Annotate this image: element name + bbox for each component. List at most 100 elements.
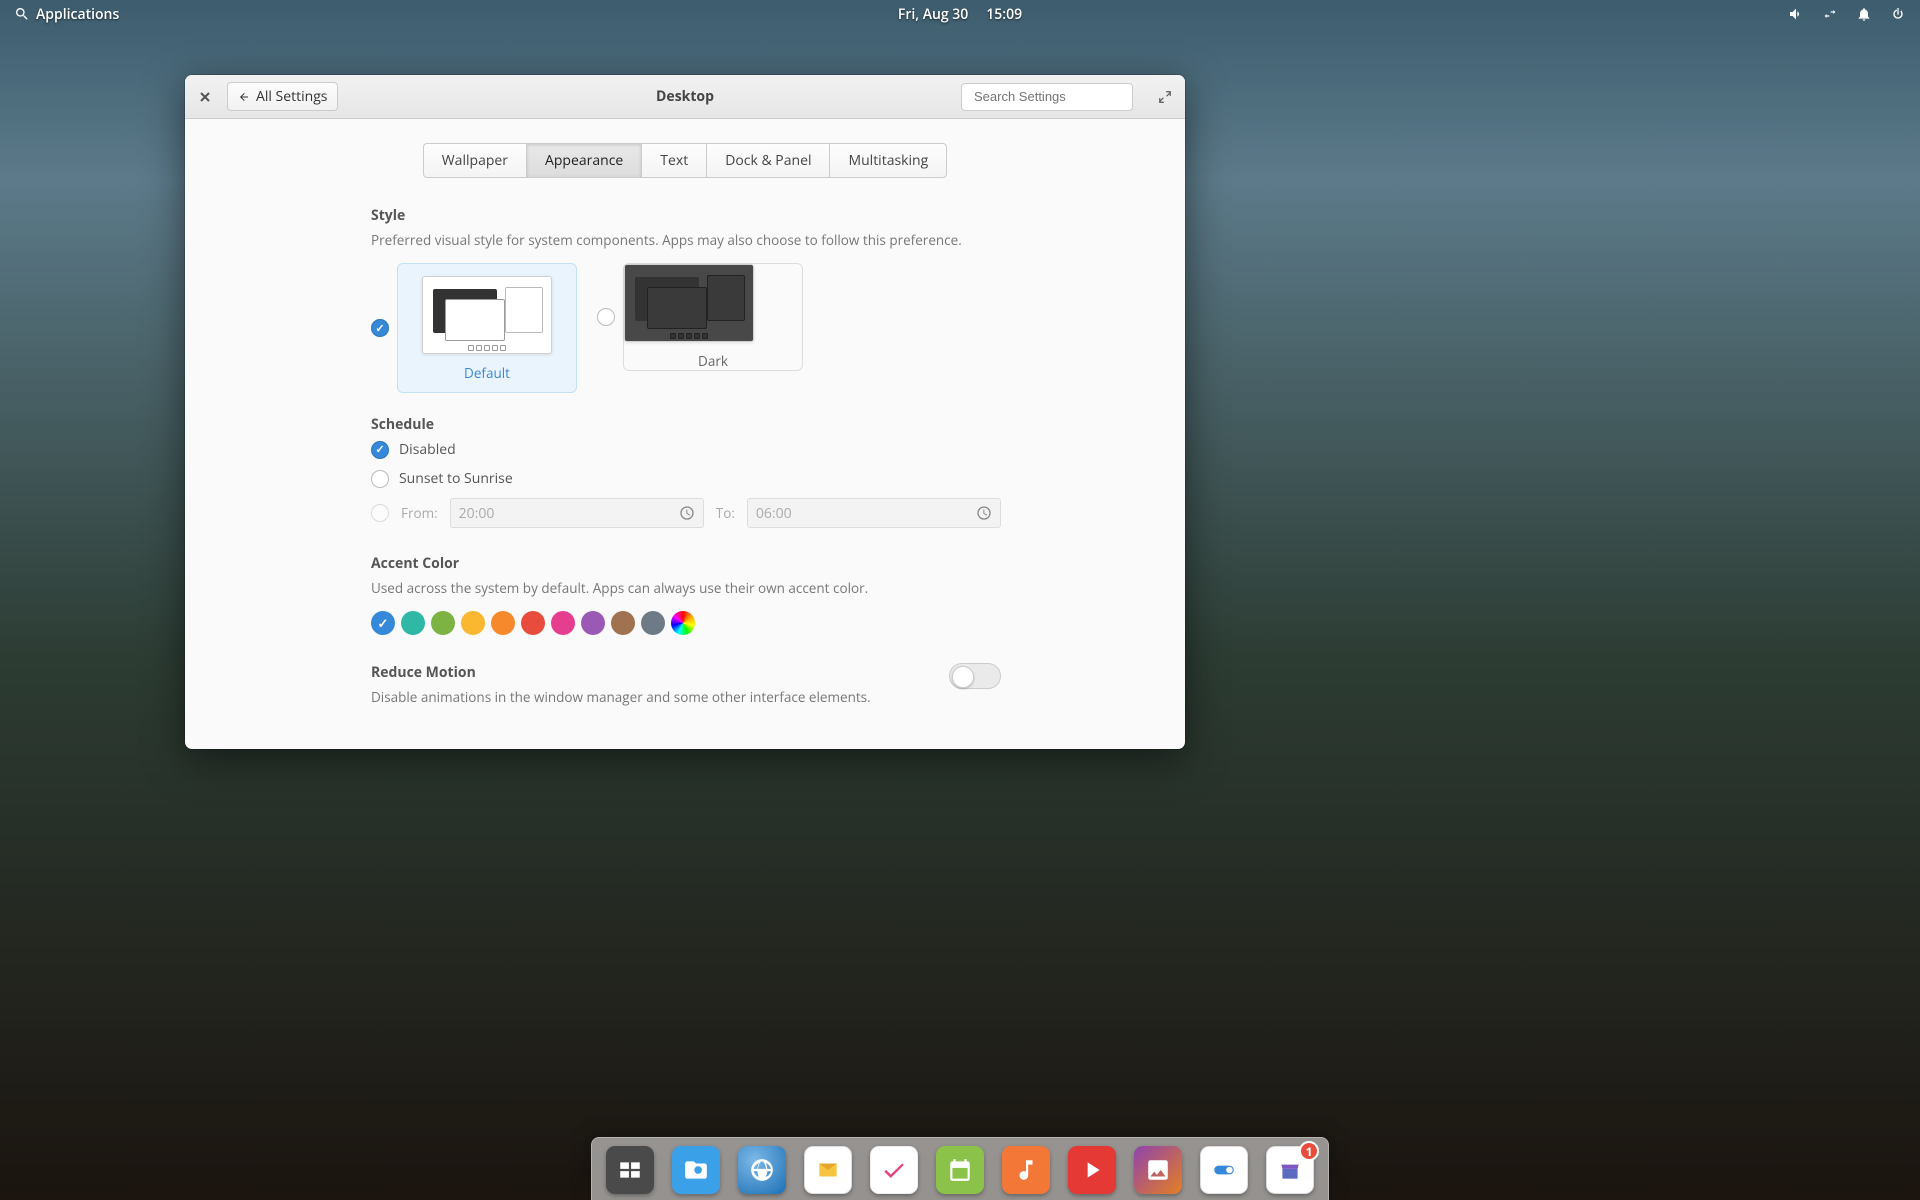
back-arrow-icon [238, 91, 250, 103]
accent-swatch[interactable] [401, 611, 425, 635]
toggle-icon [1211, 1157, 1237, 1183]
play-icon [1079, 1157, 1105, 1183]
schedule-to-input[interactable]: 06:00 [747, 498, 1001, 528]
top-panel: Applications Fri, Aug 30 15:09 [0, 0, 1920, 28]
accent-swatch[interactable] [581, 611, 605, 635]
style-preview-dark [624, 264, 754, 342]
dock-badge: 1 [1299, 1141, 1319, 1161]
style-option-dark[interactable]: Dark [597, 263, 803, 371]
accent-swatch[interactable] [641, 611, 665, 635]
clock-icon [976, 505, 992, 521]
accent-swatch[interactable] [431, 611, 455, 635]
schedule-from-input[interactable]: 20:00 [450, 498, 704, 528]
dock: 1 [591, 1137, 1329, 1200]
multitasking-icon [617, 1157, 643, 1183]
accent-swatch[interactable] [611, 611, 635, 635]
style-heading: Style [371, 206, 1001, 225]
network-icon [1822, 6, 1838, 22]
applications-label: Applications [36, 5, 119, 24]
dock-app-settings[interactable] [1200, 1146, 1248, 1194]
globe-icon [749, 1157, 775, 1183]
search-icon [14, 6, 30, 22]
store-icon [1277, 1157, 1303, 1183]
clock-icon [679, 505, 695, 521]
volume-indicator[interactable] [1788, 6, 1804, 22]
schedule-to-label: To: [716, 504, 735, 522]
reduce-motion-description: Disable animations in the window manager… [371, 688, 871, 706]
tab-appearance[interactable]: Appearance [526, 143, 642, 178]
radio-unchecked-icon [371, 470, 389, 488]
tab-wallpaper[interactable]: Wallpaper [423, 143, 527, 178]
accent-heading: Accent Color [371, 554, 1001, 573]
accent-swatches [371, 611, 1001, 635]
schedule-option-disabled[interactable]: Disabled [371, 440, 1001, 459]
schedule-to-value: 06:00 [756, 504, 792, 523]
dock-app-calendar[interactable] [936, 1146, 984, 1194]
music-icon [1013, 1157, 1039, 1183]
maximize-icon [1158, 90, 1172, 104]
schedule-label-sunset: Sunset to Sunrise [399, 469, 513, 488]
style-options: Default Dark [371, 263, 1001, 393]
settings-window: All Settings Desktop WallpaperAppearance… [185, 75, 1185, 749]
radio-unchecked-icon [597, 308, 615, 326]
window-close-button[interactable] [195, 87, 215, 107]
tab-dock-panel[interactable]: Dock & Panel [706, 143, 830, 178]
radio-disabled-icon [371, 504, 389, 522]
mail-icon [815, 1157, 841, 1183]
settings-search[interactable] [961, 83, 1133, 111]
schedule-heading: Schedule [371, 415, 1001, 434]
accent-swatch-auto[interactable] [671, 611, 695, 635]
window-title: Desktop [656, 87, 714, 106]
close-icon [199, 91, 211, 103]
power-icon [1890, 6, 1906, 22]
folder-search-icon [683, 1157, 709, 1183]
network-indicator[interactable] [1822, 6, 1838, 22]
all-settings-button[interactable]: All Settings [227, 82, 338, 111]
dock-app-files[interactable] [672, 1146, 720, 1194]
dock-app-tasks[interactable] [870, 1146, 918, 1194]
dock-app-multitasking[interactable] [606, 1146, 654, 1194]
tab-text[interactable]: Text [641, 143, 707, 178]
accent-swatch[interactable] [551, 611, 575, 635]
panel-time[interactable]: 15:09 [986, 5, 1022, 24]
style-option-default[interactable]: Default [371, 263, 577, 393]
session-indicator[interactable] [1890, 6, 1906, 22]
reduce-motion-toggle[interactable] [949, 663, 1001, 689]
style-label-dark: Dark [624, 352, 802, 370]
style-label-default: Default [408, 364, 566, 382]
reduce-motion-heading: Reduce Motion [371, 663, 871, 682]
schedule-from-label: From: [401, 504, 438, 522]
applications-menu[interactable]: Applications [14, 5, 119, 24]
notifications-indicator[interactable] [1856, 6, 1872, 22]
reduce-motion-row: Reduce Motion Disable animations in the … [371, 663, 1001, 706]
schedule-label-disabled: Disabled [399, 440, 456, 459]
radio-checked-icon [371, 441, 389, 459]
schedule-option-sunset[interactable]: Sunset to Sunrise [371, 469, 1001, 488]
dock-app-music[interactable] [1002, 1146, 1050, 1194]
settings-search-input[interactable] [974, 89, 1150, 104]
desktop-tabs: WallpaperAppearanceTextDock & PanelMulti… [185, 143, 1185, 178]
dock-app-web[interactable] [738, 1146, 786, 1194]
panel-date[interactable]: Fri, Aug 30 [898, 5, 968, 24]
schedule-time-row: From: 20:00 To: 06:00 [371, 498, 1001, 528]
volume-icon [1788, 6, 1804, 22]
accent-swatch[interactable] [521, 611, 545, 635]
dock-app-mail[interactable] [804, 1146, 852, 1194]
accent-swatch[interactable] [371, 611, 395, 635]
window-maximize-button[interactable] [1155, 87, 1175, 107]
window-titlebar: All Settings Desktop [185, 75, 1185, 119]
tab-multitasking[interactable]: Multitasking [829, 143, 947, 178]
style-description: Preferred visual style for system compon… [371, 231, 1001, 249]
bell-icon [1856, 6, 1872, 22]
settings-content: Style Preferred visual style for system … [185, 206, 1185, 749]
accent-swatch[interactable] [461, 611, 485, 635]
checkmark-icon [881, 1157, 907, 1183]
calendar-icon [947, 1157, 973, 1183]
dock-app-appcenter[interactable]: 1 [1266, 1146, 1314, 1194]
accent-swatch[interactable] [491, 611, 515, 635]
dock-app-videos[interactable] [1068, 1146, 1116, 1194]
style-preview-default [422, 276, 552, 354]
photo-icon [1145, 1157, 1171, 1183]
schedule-from-value: 20:00 [459, 504, 495, 523]
dock-app-photos[interactable] [1134, 1146, 1182, 1194]
